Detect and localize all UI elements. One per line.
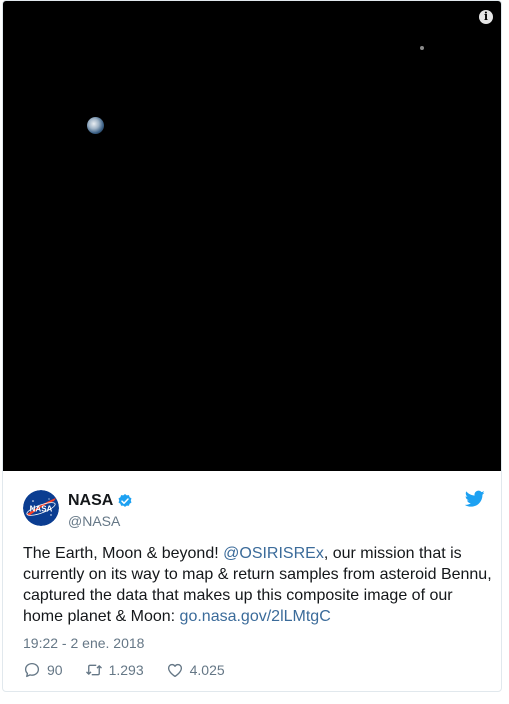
like-button[interactable]: 4.025 (166, 661, 225, 679)
reply-button[interactable]: 90 (23, 661, 63, 679)
url-link[interactable]: go.nasa.gov/2lLMtgC (180, 608, 331, 625)
avatar[interactable]: NASA (23, 490, 59, 526)
earth-image (87, 117, 104, 134)
info-icon[interactable]: i (479, 10, 493, 24)
tweet-card: i NASA NASA @NASA The Earth, Moon & beyo… (2, 0, 502, 692)
reply-count: 90 (47, 662, 63, 678)
display-name[interactable]: NASA (68, 492, 113, 510)
name-row: NASA (68, 492, 133, 510)
tweet-header: NASA NASA @NASA (23, 490, 485, 534)
tweet-text-part-1: The Earth, Moon & beyond! (23, 545, 224, 562)
retweet-icon (85, 664, 102, 676)
like-count: 4.025 (189, 662, 225, 678)
heart-icon (167, 663, 182, 678)
timestamp[interactable]: 19:22 - 2 ene. 2018 (23, 635, 144, 651)
verified-badge-icon (118, 494, 132, 507)
nasa-logo-text: NASA (30, 505, 53, 514)
mention-link[interactable]: @OSIRISREx (223, 545, 324, 562)
retweet-count: 1.293 (108, 662, 144, 678)
tweet-media-image[interactable]: i (3, 1, 501, 471)
moon-image (420, 46, 424, 50)
author-names: NASA @NASA (68, 492, 133, 529)
retweet-button[interactable]: 1.293 (85, 661, 144, 679)
action-bar: 90 1.293 4.025 (23, 660, 247, 680)
twitter-bird-icon[interactable] (465, 490, 485, 508)
reply-icon (24, 662, 40, 678)
handle[interactable]: @NASA (68, 513, 133, 529)
tweet-text: The Earth, Moon & beyond! @OSIRISREx, ou… (23, 543, 493, 627)
